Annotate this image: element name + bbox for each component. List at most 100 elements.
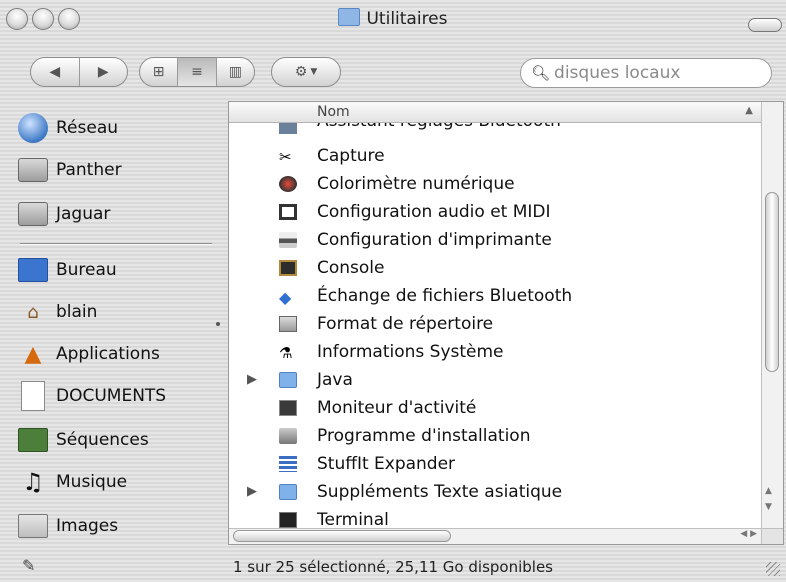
- back-forward-control: ◀ ▶: [30, 57, 128, 87]
- terminal-icon: [279, 512, 297, 528]
- back-button[interactable]: ◀: [31, 58, 79, 86]
- sidebar-item-documents[interactable]: DOCUMENTS: [18, 379, 208, 413]
- search-input[interactable]: [554, 63, 755, 83]
- music-note-icon: ♫: [22, 468, 44, 496]
- hard-disk-icon: [18, 158, 48, 182]
- sidebar-item-musique[interactable]: ♫ Musique: [18, 465, 208, 499]
- sidebar-item-sequences[interactable]: Séquences: [18, 423, 208, 457]
- hard-disk-icon: [18, 202, 48, 226]
- stuffit-icon: [279, 456, 297, 472]
- list-item[interactable]: ⚗ Informations Système: [229, 338, 761, 366]
- list-item[interactable]: Moniteur d'activité: [229, 394, 761, 422]
- disclosure-triangle-icon[interactable]: ▶: [247, 484, 257, 499]
- scroll-down-arrow-icon[interactable]: ▼: [765, 502, 772, 512]
- sidebar-item-applications[interactable]: ▲ Applications: [18, 337, 208, 371]
- directory-icon: [279, 316, 297, 332]
- icon-view-button[interactable]: ⊞: [140, 58, 177, 86]
- sidebar-item-label: Jaguar: [56, 204, 111, 224]
- file-list: Assistant réglages Bluetooth ✂ Capture C…: [228, 101, 784, 545]
- icon-view-icon: ⊞: [152, 64, 165, 80]
- disclosure-triangle-icon[interactable]: ▶: [247, 372, 257, 387]
- sidebar-item-reseau[interactable]: Réseau: [18, 111, 208, 145]
- folder-icon: [279, 372, 297, 388]
- midi-keyboard-icon: [279, 204, 297, 220]
- sidebar-item-jaguar[interactable]: Jaguar: [18, 197, 208, 231]
- activity-monitor-icon: [279, 400, 297, 416]
- magnifier-icon[interactable]: 🔍︎: [531, 64, 550, 82]
- sidebar-item-label: Musique: [56, 472, 128, 492]
- sidebar-divider: [20, 243, 212, 245]
- horizontal-scroll-thumb[interactable]: [233, 530, 451, 542]
- forward-arrow-icon: ▶: [97, 64, 109, 80]
- sidebar-item-label: Bureau: [56, 260, 117, 280]
- list-item[interactable]: Format de répertoire: [229, 310, 761, 338]
- status-text: 1 sur 25 sélectionné, 25,11 Go disponibl…: [232, 558, 553, 576]
- chevron-down-icon: ▼: [310, 67, 318, 77]
- list-view-icon: ≡: [191, 64, 203, 80]
- sidebar-item-label: DOCUMENTS: [56, 386, 167, 406]
- list-item[interactable]: Configuration audio et MIDI: [229, 198, 761, 226]
- list-view-button[interactable]: ≡: [177, 58, 216, 86]
- sidebar-item-label: blain: [56, 302, 98, 322]
- clapper-icon: [18, 428, 48, 452]
- resize-grip-icon[interactable]: [766, 562, 780, 576]
- document-icon: [18, 381, 48, 411]
- network-globe-icon: [18, 113, 48, 143]
- column-view-button[interactable]: ▥: [215, 58, 254, 86]
- scroll-up-arrow-icon[interactable]: ▲: [765, 486, 772, 496]
- scroll-left-right-arrows-icon[interactable]: ◀ ▶: [740, 529, 757, 539]
- list-item[interactable]: Configuration d'imprimante: [229, 226, 761, 254]
- printer-icon: [279, 232, 297, 248]
- list-item[interactable]: ▶ Java: [229, 366, 761, 394]
- sidebar-item-images[interactable]: Images: [18, 509, 208, 543]
- vertical-scroll-thumb[interactable]: [765, 192, 779, 372]
- scroll-corner: [761, 528, 783, 544]
- sidebar-item-label: Réseau: [56, 118, 119, 138]
- home-icon: ⌂: [27, 301, 39, 323]
- title-bar: Utilitaires: [0, 0, 786, 44]
- color-meter-icon: [279, 176, 297, 192]
- sidebar-item-panther[interactable]: Panther: [18, 153, 208, 187]
- sidebar-item-bureau[interactable]: Bureau: [18, 253, 208, 287]
- list-item[interactable]: ◆ Échange de fichiers Bluetooth: [229, 282, 761, 310]
- vertical-scrollbar[interactable]: ▲ ▼: [761, 102, 783, 530]
- toolbar-toggle-button[interactable]: [748, 18, 782, 32]
- folder-icon: [338, 8, 361, 26]
- system-info-icon: ⚗: [279, 344, 293, 362]
- column-view-icon: ▥: [228, 64, 242, 80]
- installer-icon: [279, 428, 297, 444]
- horizontal-scrollbar[interactable]: ◀ ▶: [229, 528, 761, 544]
- window-title: Utilitaires: [366, 9, 448, 29]
- finder-window: Utilitaires ◀ ▶ ⊞ ≡ ▥ ⚙▼ 🔍︎ Réseau Panth…: [0, 0, 786, 582]
- gear-icon: ⚙: [294, 64, 308, 80]
- forward-button[interactable]: ▶: [78, 58, 128, 86]
- view-mode-control: ⊞ ≡ ▥: [139, 57, 255, 87]
- search-field[interactable]: 🔍︎: [520, 58, 772, 88]
- sidebar-item-label: Applications: [56, 344, 160, 364]
- list-item[interactable]: Colorimètre numérique: [229, 170, 761, 198]
- console-icon: [279, 260, 297, 276]
- desktop-icon: [18, 258, 48, 282]
- window-title-area: Utilitaires: [0, 8, 786, 29]
- back-arrow-icon: ◀: [49, 64, 61, 80]
- pictures-icon: [18, 514, 48, 538]
- sidebar: Réseau Panther Jaguar Bureau ⌂ blain ▲ A…: [10, 101, 215, 543]
- status-bar: ✎ 1 sur 25 sélectionné, 25,11 Go disponi…: [0, 552, 786, 582]
- list-item[interactable]: StuffIt Expander: [229, 450, 761, 478]
- sidebar-item-label: Images: [56, 516, 119, 536]
- action-button[interactable]: ⚙ ▼: [271, 57, 341, 87]
- sidebar-splitter-handle[interactable]: [216, 322, 220, 326]
- sidebar-item-label: Séquences: [56, 430, 149, 450]
- list-item[interactable]: ▶ Suppléments Texte asiatique: [229, 478, 761, 506]
- folder-icon: [279, 484, 297, 500]
- applications-icon: ▲: [24, 341, 42, 367]
- bluetooth-icon: ◆: [279, 288, 292, 307]
- sidebar-item-blain[interactable]: ⌂ blain: [18, 295, 208, 329]
- list-item[interactable]: ✂ Capture: [229, 142, 761, 170]
- column-header-name[interactable]: Nom ▲: [229, 102, 761, 123]
- sort-ascending-icon: ▲: [745, 105, 753, 116]
- list-item[interactable]: Console: [229, 254, 761, 282]
- scissors-icon: ✂: [279, 148, 292, 166]
- sidebar-item-label: Panther: [56, 160, 122, 180]
- list-item[interactable]: Programme d'installation: [229, 422, 761, 450]
